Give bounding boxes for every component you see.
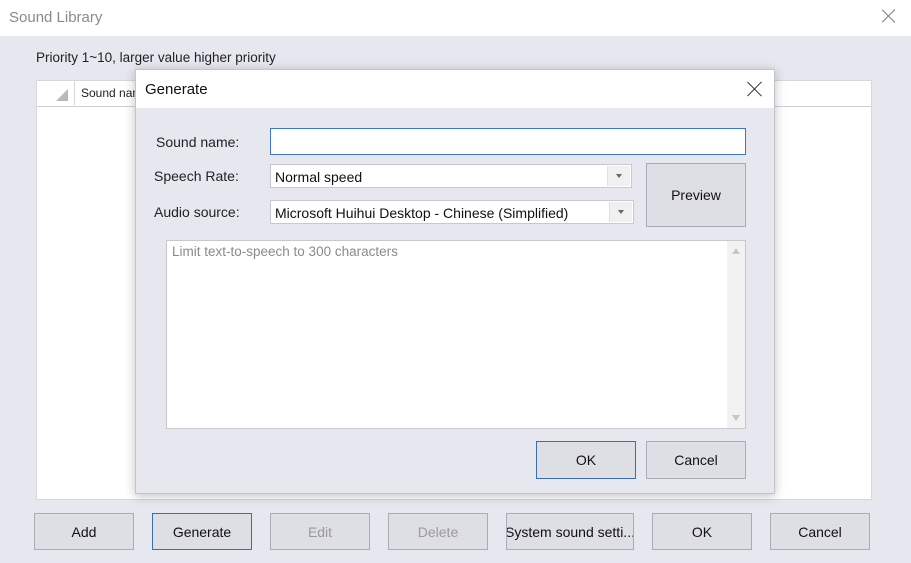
main-cancel-button[interactable]: Cancel [770,513,870,550]
tts-text-area[interactable] [166,240,746,429]
corner-triangle-icon [56,89,68,101]
scroll-up-icon[interactable] [732,248,740,254]
speech-rate-select[interactable]: Normal speed [270,164,632,188]
generate-dialog: Generate Sound name: Speech Rate: Normal… [135,69,775,494]
tts-text-input[interactable] [172,244,712,424]
dialog-close-icon[interactable] [745,79,765,99]
chevron-down-icon[interactable] [609,202,632,222]
speech-rate-label: Speech Rate: [154,168,239,184]
speech-rate-value: Normal speed [275,169,363,185]
main-ok-button[interactable]: OK [652,513,752,550]
sound-name-input[interactable] [270,128,746,155]
priority-hint: Priority 1~10, larger value higher prior… [36,50,276,65]
audio-source-value: Microsoft Huihui Desktop - Chinese (Simp… [275,205,569,221]
generate-button[interactable]: Generate [152,513,252,550]
main-titlebar: Sound Library [0,0,911,36]
tts-scrollbar[interactable] [727,241,745,428]
chevron-down-icon[interactable] [607,166,630,186]
close-icon[interactable] [879,7,899,27]
dialog-cancel-button[interactable]: Cancel [646,441,746,479]
system-sound-settings-button[interactable]: System sound setti... [506,513,634,550]
dialog-title: Generate [145,81,208,98]
preview-button[interactable]: Preview [646,163,746,227]
dialog-ok-button[interactable]: OK [536,441,636,479]
dialog-titlebar: Generate [136,70,774,108]
select-all-corner[interactable] [37,81,75,105]
column-header-sound-name[interactable]: Sound nam [81,86,142,100]
audio-source-select[interactable]: Microsoft Huihui Desktop - Chinese (Simp… [270,200,634,224]
add-button[interactable]: Add [34,513,134,550]
sound-name-label: Sound name: [156,134,240,150]
scroll-down-icon[interactable] [732,415,740,421]
window-title: Sound Library [9,9,103,26]
audio-source-label: Audio source: [154,204,240,220]
edit-button[interactable]: Edit [270,513,370,550]
delete-button[interactable]: Delete [388,513,488,550]
